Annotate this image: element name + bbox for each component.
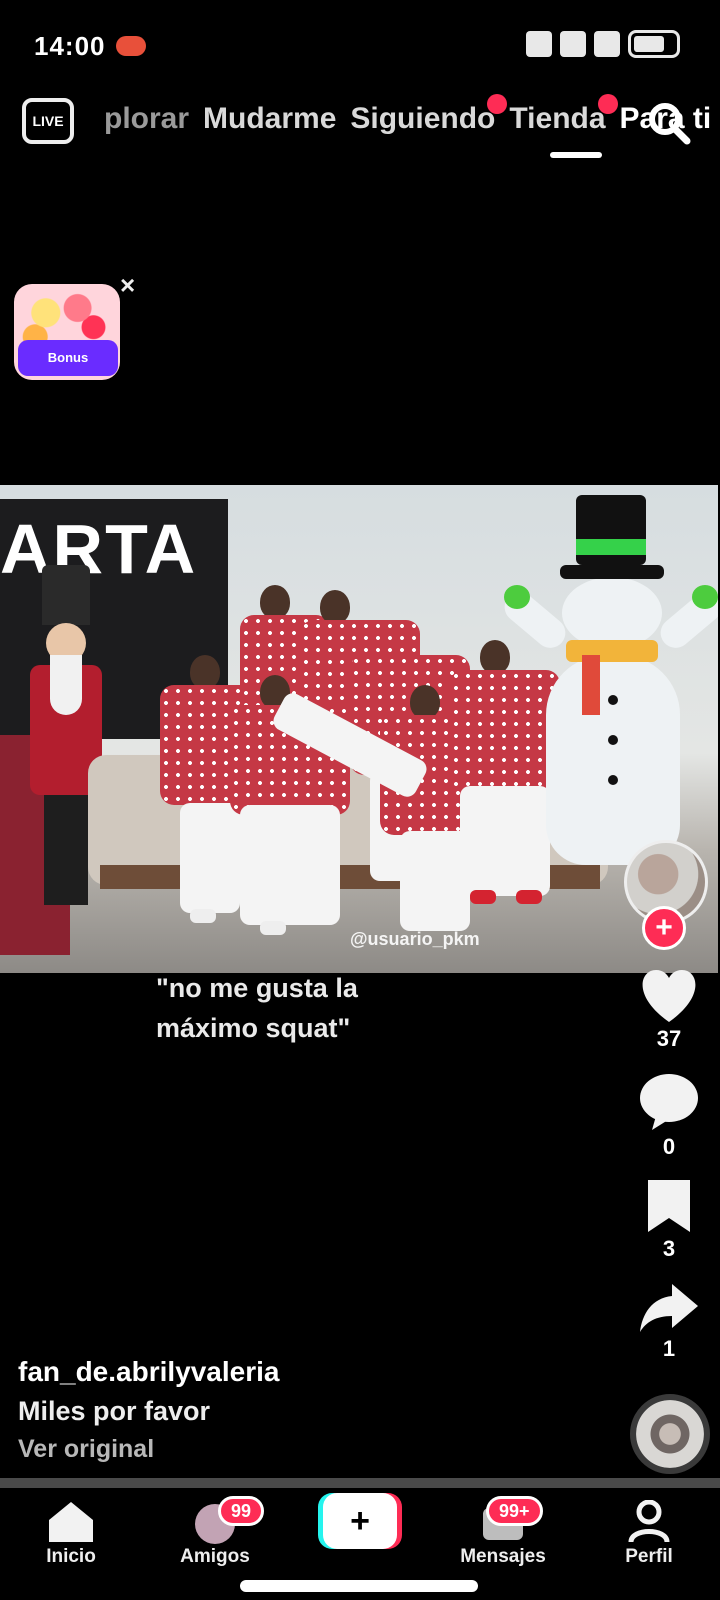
share-arrow-icon xyxy=(640,1284,698,1332)
post-description: Miles por favor xyxy=(18,1396,211,1426)
see-original-link[interactable]: Ver original xyxy=(18,1435,578,1464)
tab-shop[interactable]: Tienda xyxy=(509,94,618,136)
follow-button[interactable]: + xyxy=(642,906,686,950)
promo-label: Bonus xyxy=(18,340,118,376)
live-label: LIVE xyxy=(32,113,64,129)
create-button[interactable]: + xyxy=(318,1493,402,1549)
tab-explore[interactable]: plorar xyxy=(104,102,189,136)
like-count: 37 xyxy=(656,1026,682,1051)
status-bar: 14:00 xyxy=(0,0,720,80)
tab-following[interactable]: Siguiendo xyxy=(350,94,508,136)
tab-mudarme[interactable]: Mudarme xyxy=(203,102,336,136)
music-disc-icon[interactable] xyxy=(630,1394,710,1474)
comment-button[interactable]: 0 xyxy=(624,1072,714,1160)
save-button[interactable]: 3 xyxy=(624,1178,714,1262)
nav-friends[interactable]: Amigos 99 xyxy=(160,1496,270,1568)
friends-badge: 99 xyxy=(218,1496,265,1526)
recording-indicator xyxy=(116,36,146,56)
status-icons xyxy=(526,30,680,58)
overlay-caption: "no me gusta la máximo squat" xyxy=(156,973,358,1043)
divider xyxy=(0,1478,720,1488)
share-count: 1 xyxy=(662,1336,676,1361)
post-username[interactable]: fan_de.abrilyvaleria xyxy=(18,1356,578,1388)
nav-inbox-label: Mensajes xyxy=(460,1546,546,1567)
plus-icon: + xyxy=(323,1493,397,1549)
share-button[interactable]: 1 xyxy=(624,1282,714,1362)
notification-icon xyxy=(526,31,552,57)
signal-icon xyxy=(560,31,586,57)
home-indicator[interactable] xyxy=(240,1580,478,1592)
post-info: fan_de.abrilyvaleria Miles por favor Ver… xyxy=(18,1356,578,1464)
promo-widget[interactable]: Bonus × xyxy=(14,270,135,385)
comment-count: 0 xyxy=(662,1134,676,1159)
save-count: 3 xyxy=(662,1236,676,1261)
nav-inbox[interactable]: Mensajes 99+ xyxy=(448,1496,558,1568)
battery-icon xyxy=(628,30,680,58)
live-tv-icon[interactable]: LIVE xyxy=(22,98,74,144)
wifi-icon xyxy=(594,31,620,57)
active-tab-indicator xyxy=(550,152,602,158)
close-icon[interactable]: × xyxy=(120,270,135,301)
comment-icon xyxy=(640,1074,698,1130)
bookmark-icon xyxy=(648,1180,690,1232)
nav-profile-label: Perfil xyxy=(625,1546,673,1567)
video-watermark: @usuario_pkm xyxy=(350,929,480,949)
search-icon[interactable] xyxy=(646,100,692,146)
tab-notification-dot xyxy=(487,94,508,114)
like-button[interactable]: 37 xyxy=(624,968,714,1052)
top-nav: LIVE plorar Mudarme Siguiendo Tienda Par… xyxy=(0,92,720,172)
nav-home[interactable]: Inicio xyxy=(16,1500,126,1568)
status-time: 14:00 xyxy=(34,31,106,61)
heart-icon xyxy=(642,970,696,1022)
feed-tabs: plorar Mudarme Siguiendo Tienda Para ti xyxy=(104,94,711,136)
nav-home-label: Inicio xyxy=(46,1546,96,1567)
video-player[interactable]: ARTA @usuario_pkm xyxy=(0,485,718,973)
inflatable-snowman xyxy=(498,495,718,865)
nav-friends-label: Amigos xyxy=(180,1546,250,1567)
inbox-badge: 99+ xyxy=(486,1496,543,1526)
profile-icon xyxy=(628,1500,670,1543)
home-icon xyxy=(49,1502,93,1542)
nav-profile[interactable]: Perfil xyxy=(594,1500,704,1568)
tab-notification-dot xyxy=(597,94,618,114)
